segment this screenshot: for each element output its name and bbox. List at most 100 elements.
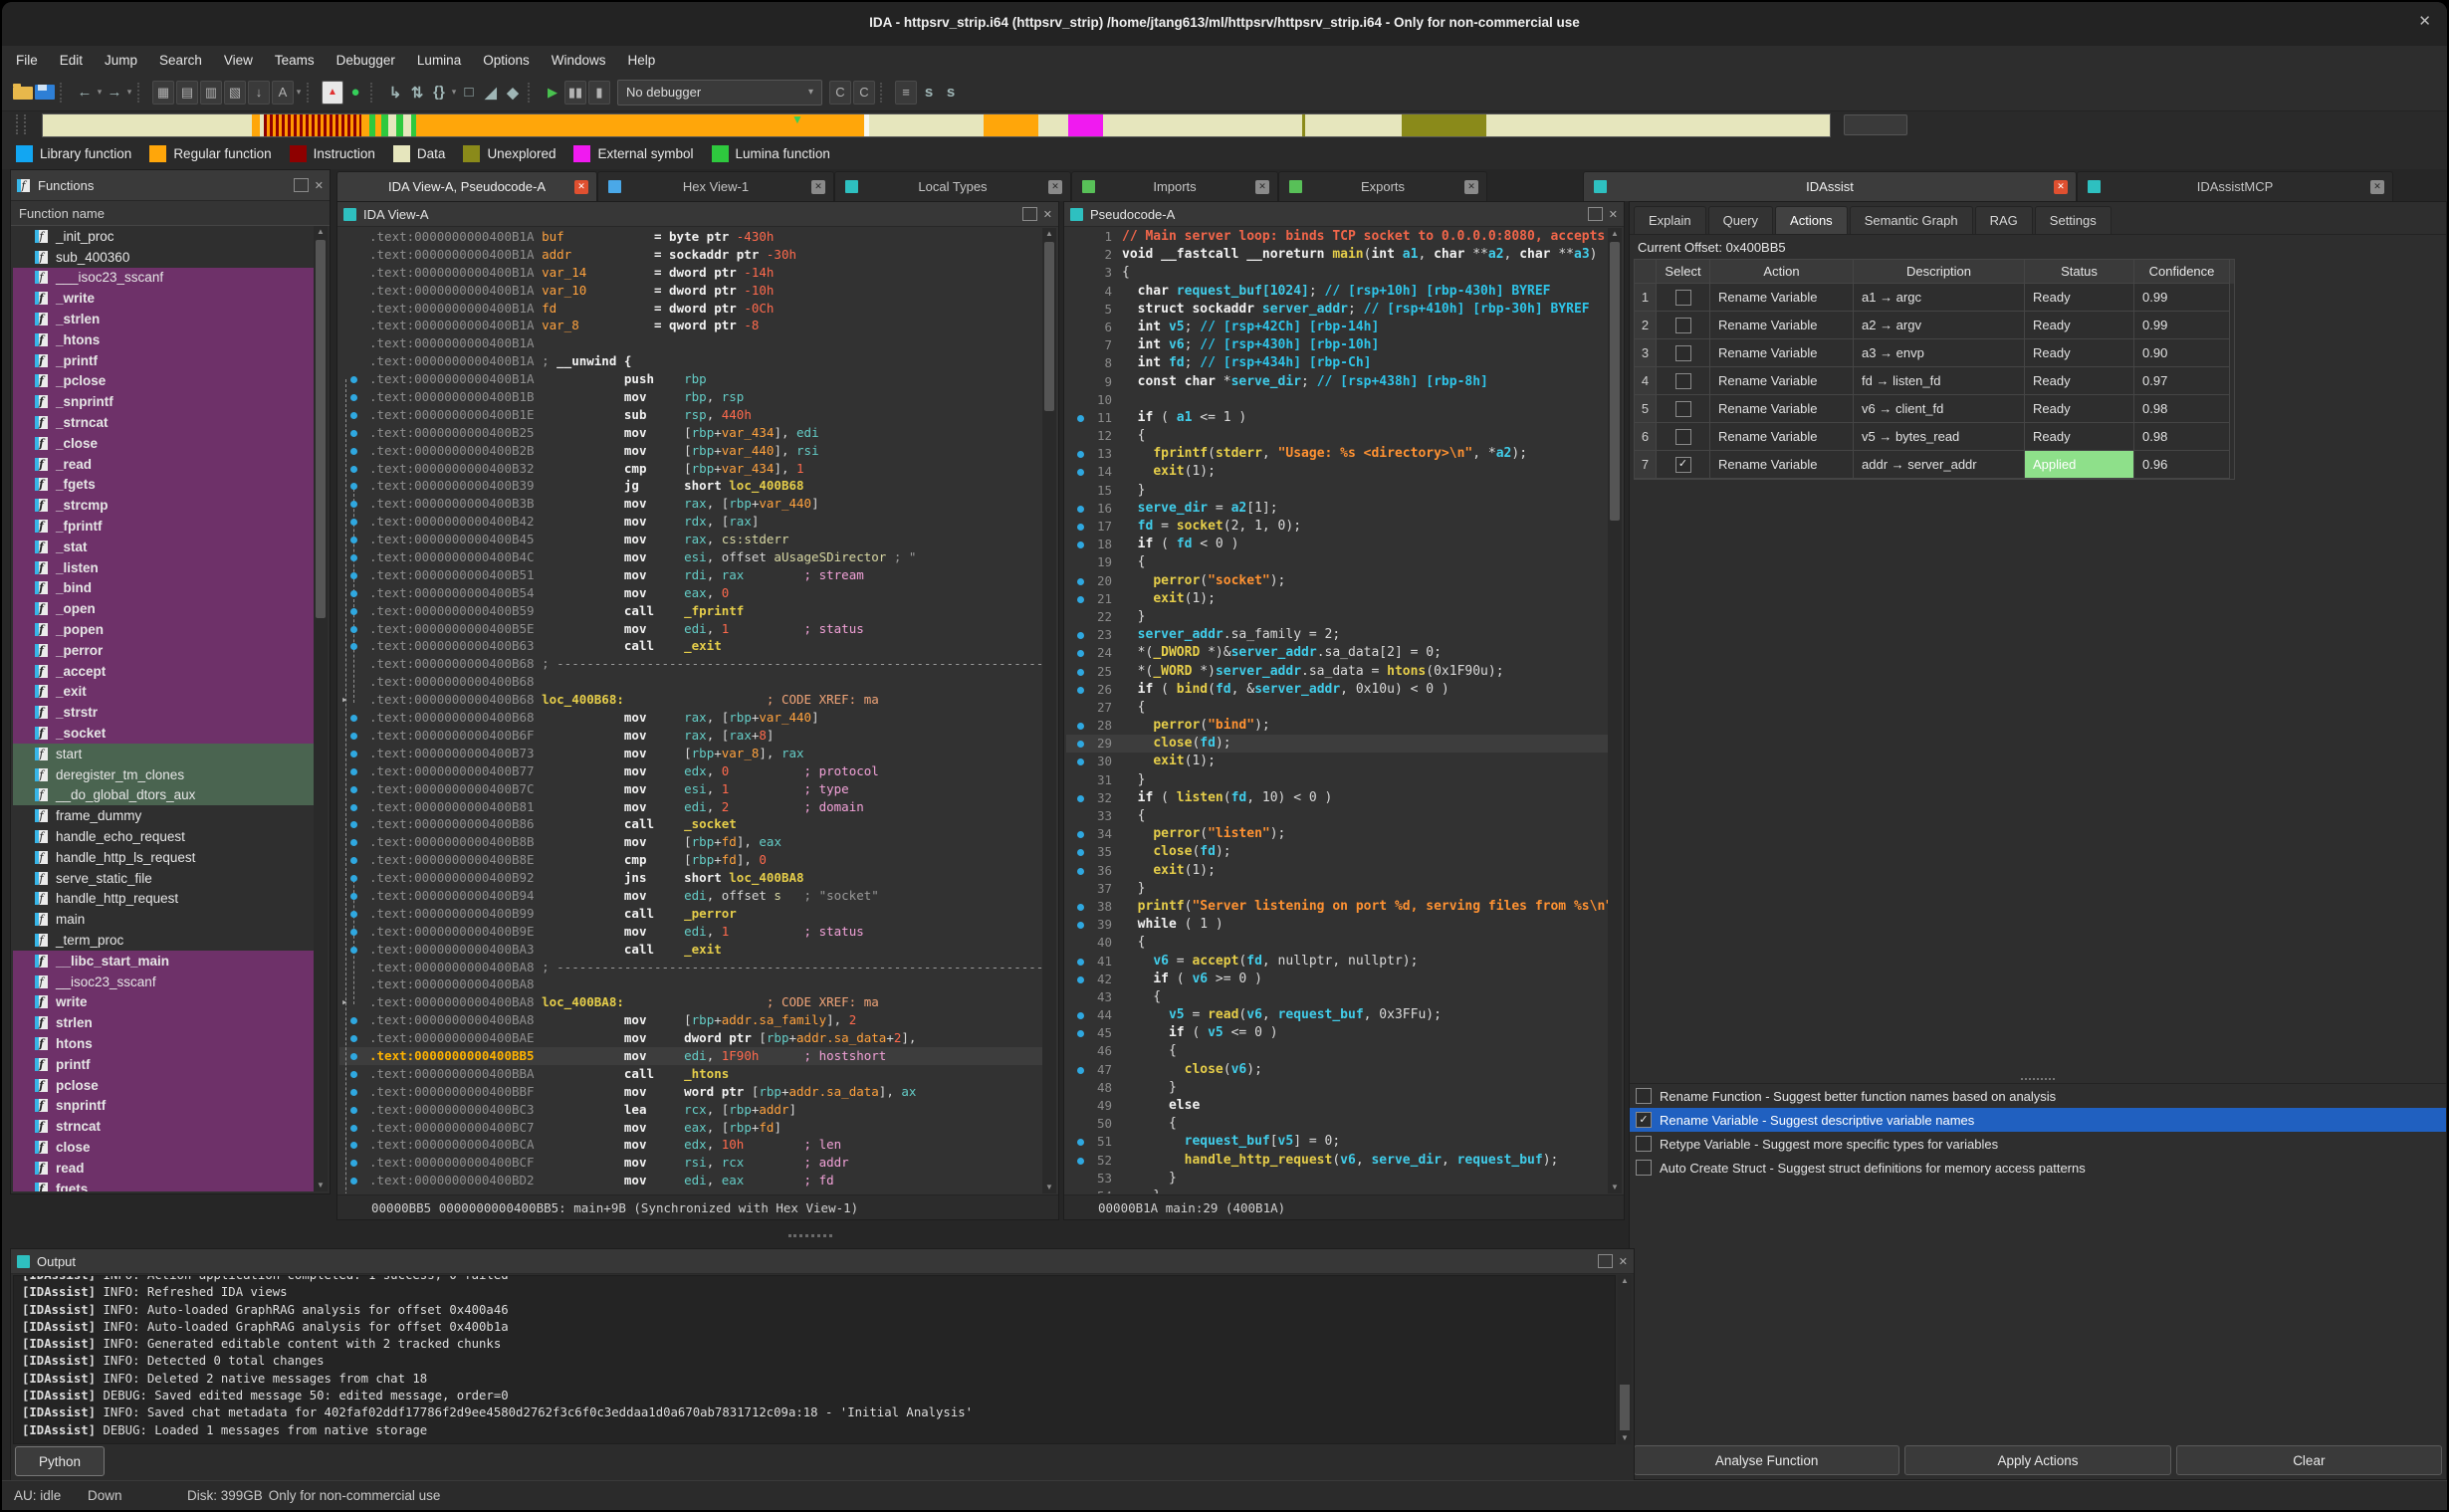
functions-scrollbar[interactable]: ▲ ▼ [314,226,328,1191]
window-export-icon[interactable]: ▧ [224,81,246,105]
option-checkbox[interactable] [1636,1088,1652,1104]
disasm-line[interactable]: .text:0000000000400B9E mov edi, 1 ; stat… [339,923,1042,941]
function-list-item[interactable]: f_exit [13,682,314,703]
lumina-icon[interactable]: ● [345,82,365,104]
output-titlebar[interactable]: Output ✕ [11,1249,1634,1274]
function-list-item[interactable]: ffgets [13,1179,314,1191]
pseudocode-line[interactable]: 42 if ( v6 >= 0 ) [1066,971,1608,988]
function-list-item[interactable]: f_bind [13,578,314,599]
action-option[interactable]: Rename Function - Suggest better functio… [1630,1084,2446,1108]
string-s2-icon[interactable]: s [941,82,961,104]
function-list-item[interactable]: fprintf [13,1054,314,1075]
function-list-item[interactable]: fsnprintf [13,1095,314,1116]
pseudocode-line[interactable]: 47 close(v6); [1066,1061,1608,1079]
function-list-item[interactable]: fstart [13,744,314,764]
tab-local-types[interactable]: Local Types✕ [834,171,1071,201]
pseudocode-line[interactable]: 29 close(fd); [1066,735,1608,753]
function-list-item[interactable]: f_socket [13,723,314,744]
pseudocode-line[interactable]: 8 int fd; // [rsp+434h] [rbp-Ch] [1066,354,1608,372]
pseudocode-line[interactable]: 24 *(_DWORD *)&server_addr.sa_data[2] = … [1066,644,1608,662]
disasm-line[interactable]: .text:0000000000400B68 [339,673,1042,691]
function-list-item[interactable]: f_printf [13,350,314,371]
forward-icon[interactable]: → [105,82,124,104]
disasm-line[interactable]: .text:0000000000400BA8 [339,975,1042,993]
navband-grip[interactable] [16,114,26,134]
pseudocode-line[interactable]: 27 { [1066,699,1608,717]
function-list-item[interactable]: f_perror [13,640,314,661]
struct-list-icon[interactable]: ≡ [895,81,917,105]
pseudocode-line[interactable]: 14 exit(1); [1066,463,1608,481]
select-cell[interactable] [1657,339,1710,367]
pause-process-icon[interactable]: ▮▮ [564,81,586,105]
select-cell[interactable] [1657,423,1710,451]
pseudocode-line[interactable]: 21 exit(1); [1066,590,1608,608]
menu-lumina[interactable]: Lumina [417,53,461,68]
function-list-item[interactable]: fread [13,1158,314,1179]
action-option[interactable]: Auto Create Struct - Suggest struct defi… [1630,1156,2446,1180]
pseudocode-line[interactable]: 34 perror("listen"); [1066,825,1608,843]
pseudocode-line[interactable]: 32 if ( listen(fd, 10) < 0 ) [1066,789,1608,807]
back-dropdown-icon[interactable]: ▾ [96,82,104,104]
function-list-item[interactable]: f_init_proc [13,226,314,247]
clear-button[interactable]: Clear [2176,1445,2442,1475]
scroll-up-icon[interactable]: ▲ [1608,228,1622,240]
function-list-item[interactable]: fwrite [13,991,314,1012]
idassist-tab-settings[interactable]: Settings [2035,206,2112,234]
window-columns-icon[interactable]: ▥ [200,81,222,105]
function-list-item[interactable]: f_popen [13,619,314,640]
row-checkbox[interactable]: ✓ [1675,457,1691,473]
pseudocode-line[interactable]: 1// Main server loop: binds TCP socket t… [1066,228,1608,246]
menu-view[interactable]: View [224,53,253,68]
start-process-icon[interactable]: ▶ [543,82,562,104]
pseudocode-line[interactable]: 30 exit(1); [1066,753,1608,770]
function-list-item[interactable]: fpclose [13,1075,314,1096]
tab-close-icon[interactable]: ✕ [811,180,825,194]
tab-ida-view-pseudocode[interactable]: IDA View-A, Pseudocode-A✕ [336,171,597,201]
pseudocode-line[interactable]: 13 fprintf(stderr, "Usage: %s <directory… [1066,445,1608,463]
function-list-item[interactable]: f_strstr [13,702,314,723]
pseudocode-line[interactable]: 18 if ( fd < 0 ) [1066,536,1608,553]
scroll-down-icon[interactable]: ▼ [1042,1182,1056,1193]
disasm-line[interactable]: ▸.text:0000000000400BA8 loc_400BA8: ; CO… [339,993,1042,1011]
scroll-down-icon[interactable]: ▼ [314,1180,328,1191]
disasm-line[interactable]: .text:0000000000400BC7 mov eax, [rbp+fd] [339,1119,1042,1137]
idassist-tab-query[interactable]: Query [1708,206,1773,234]
row-checkbox[interactable] [1675,373,1691,389]
back-icon[interactable]: ← [75,82,95,104]
pseudocode-line[interactable]: 4 char request_buf[1024]; // [rsp+10h] [… [1066,283,1608,301]
function-list-item[interactable]: f_term_proc [13,930,314,951]
disasm-line[interactable]: .text:0000000000400B39 jg short loc_400B… [339,477,1042,495]
pseudocode-line[interactable]: 9 const char *serve_dir; // [rsp+438h] [… [1066,373,1608,391]
disasm-line[interactable]: .text:0000000000400B6F mov rax, [rax+8] [339,727,1042,745]
function-list-item[interactable]: fhandle_http_ls_request [13,847,314,868]
idassist-splitter[interactable] [1630,1075,2446,1083]
pseudocode-line[interactable]: 28 perror("bind"); [1066,717,1608,735]
tab-hex-view-1[interactable]: Hex View-1✕ [597,171,834,201]
text-style-dropdown-icon[interactable]: ▾ [295,82,303,104]
function-list-item[interactable]: fderegister_tm_clones [13,764,314,785]
function-list-item[interactable]: f___isoc23_sscanf [13,268,314,289]
functions-column-header[interactable]: Function name [11,201,330,226]
disasm-line[interactable]: .text:0000000000400BC3 lea rcx, [rbp+add… [339,1101,1042,1119]
text-style-icon[interactable]: A [272,81,294,105]
disasm-line[interactable]: .text:0000000000400B1A var_10 = dword pt… [339,282,1042,300]
tab-idassistmcp[interactable]: IDAssistMCP✕ [2077,171,2393,201]
output-float-icon[interactable] [1598,1254,1613,1268]
ida-view-titlebar[interactable]: IDA View-A ✕ [337,202,1058,227]
function-list-item[interactable]: fhtons [13,1033,314,1054]
output-log[interactable]: [IDAssist] INFO: Action application comp… [13,1275,1616,1444]
function-list-item[interactable]: fstrlen [13,1012,314,1033]
open-file-icon[interactable] [13,87,33,100]
pseudocode-line[interactable]: 46 { [1066,1042,1608,1060]
menu-options[interactable]: Options [483,53,530,68]
disasm-line[interactable]: .text:0000000000400B3B mov rax, [rbp+var… [339,495,1042,513]
menu-search[interactable]: Search [159,53,202,68]
disasm-line[interactable]: .text:0000000000400B1A fd = dword ptr -0… [339,300,1042,318]
window-close-icon[interactable]: ✕ [2418,12,2431,30]
disasm-line[interactable]: .text:0000000000400B25 mov [rbp+var_434]… [339,424,1042,442]
jump-down-icon[interactable]: ↓ [248,81,270,105]
pseudocode-line[interactable]: 10 [1066,391,1608,409]
disasm-line[interactable]: .text:0000000000400B68 mov rax, [rbp+var… [339,709,1042,727]
disasm-line[interactable]: .text:0000000000400B59 call _fprintf [339,602,1042,620]
pseudocode-line[interactable]: 7 int v6; // [rsp+430h] [rbp-10h] [1066,336,1608,354]
